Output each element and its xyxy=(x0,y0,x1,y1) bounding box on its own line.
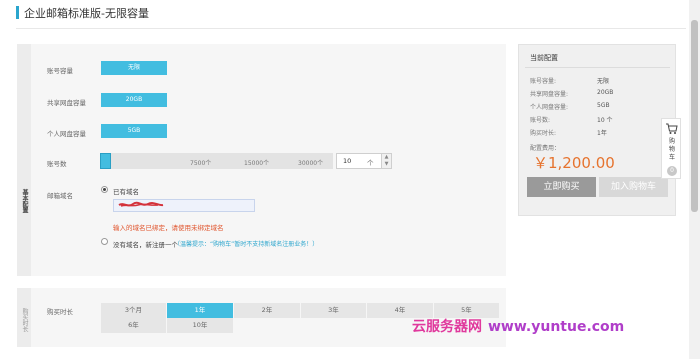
account-capacity-option[interactable]: 无限 xyxy=(101,61,167,75)
buy-now-button[interactable]: 立即购买 xyxy=(527,177,596,197)
cart-count-badge: 0 xyxy=(667,166,677,176)
duration-option-3-years[interactable]: 3年 xyxy=(301,303,367,318)
accounts-quantity-value: 10 xyxy=(343,157,352,165)
personal-disk-option[interactable]: 5GB xyxy=(101,124,167,138)
cart-icon xyxy=(666,123,678,134)
cart-hint-text: （温馨提示：“购物车”暂时不支持新域名注册业务！） xyxy=(174,241,319,248)
duration-option-2-years[interactable]: 2年 xyxy=(234,303,301,318)
slider-tick-30000: 30000个 xyxy=(298,160,324,167)
watermark-text-url: www.yuntue.com xyxy=(488,319,625,335)
config-value: 20GB xyxy=(597,89,614,96)
slider-tick-15000: 15000个 xyxy=(244,160,270,167)
current-config-title: 当前配置 xyxy=(530,54,558,62)
basic-config-tab: 基本配置 xyxy=(17,44,31,276)
shared-disk-option[interactable]: 20GB xyxy=(101,93,167,107)
floating-cart[interactable]: 购物车 0 xyxy=(661,118,681,179)
accounts-slider-handle[interactable] xyxy=(100,153,111,169)
accounts-label: 账号数 xyxy=(47,160,67,168)
config-key: 账号容量: xyxy=(530,78,557,85)
config-value: 无限 xyxy=(597,78,610,85)
config-divider xyxy=(525,67,670,68)
have-domain-radio[interactable] xyxy=(101,186,108,193)
price-label: 配置费用： xyxy=(530,145,561,152)
header-divider xyxy=(16,28,686,29)
page-scrollbar[interactable] xyxy=(689,0,700,359)
have-domain-label: 已有域名 xyxy=(113,188,139,196)
shared-disk-label: 共享网盘容量 xyxy=(47,99,86,107)
config-key: 账号数: xyxy=(530,117,551,124)
price-value: ￥1,200.00 xyxy=(533,154,615,172)
duration-option-6-years[interactable]: 6年 xyxy=(101,318,167,333)
duration-option-10-years[interactable]: 10年 xyxy=(167,318,234,333)
page-title: 企业邮箱标准版-无限容量 xyxy=(24,7,149,20)
cart-label: 购物车 xyxy=(668,138,675,161)
accounts-quantity-unit: 个 xyxy=(367,159,374,167)
title-accent-bar xyxy=(16,6,19,19)
duration-option-3-months[interactable]: 3个月 xyxy=(101,303,167,318)
duration-tab: 购买时长 xyxy=(17,288,31,347)
stepper-up-icon[interactable]: ▲ xyxy=(382,154,391,161)
personal-disk-label: 个人网盘容量 xyxy=(47,130,86,138)
current-config-panel: 当前配置 账号容量: 无限 共享网盘容量: 20GB 个人网盘容量: 5GB 账… xyxy=(518,44,676,216)
accounts-quantity-input[interactable]: 10 个 xyxy=(336,153,382,169)
add-to-cart-button[interactable]: 加入购物车 xyxy=(599,177,668,197)
stepper-down-icon[interactable]: ▼ xyxy=(382,161,391,168)
domain-warning-text: 输入的域名已绑定，请使用未绑定域名 xyxy=(113,224,224,232)
basic-config-tab-label: 基本配置 xyxy=(21,189,28,213)
slider-tick-7500: 7500个 xyxy=(190,160,212,167)
config-key: 共享网盘容量: xyxy=(530,91,569,98)
duration-label: 购买时长 xyxy=(47,308,73,316)
config-value: 5GB xyxy=(597,102,610,109)
config-key: 购买时长: xyxy=(530,130,557,137)
account-capacity-label: 账号容量 xyxy=(47,67,73,75)
domain-label: 邮箱域名 xyxy=(47,192,73,200)
no-domain-label: 没有域名，新注册一个 xyxy=(113,241,178,249)
watermark-text-cn: 云服务器网 xyxy=(412,319,482,335)
page-header: 企业邮箱标准版-无限容量 xyxy=(0,0,686,30)
duration-tab-label: 购买时长 xyxy=(21,308,28,332)
quantity-stepper[interactable]: ▲ ▼ xyxy=(382,153,392,169)
redacted-domain-scribble xyxy=(118,201,164,207)
no-domain-radio[interactable] xyxy=(101,238,108,245)
duration-option-1-year[interactable]: 1年 xyxy=(167,303,234,318)
site-watermark: 云服务器网 www.yuntue.com xyxy=(412,316,624,336)
config-value: 10 个 xyxy=(597,117,613,124)
scrollbar-thumb[interactable] xyxy=(691,20,698,212)
config-value: 1年 xyxy=(597,130,607,137)
config-key: 个人网盘容量: xyxy=(530,104,569,111)
